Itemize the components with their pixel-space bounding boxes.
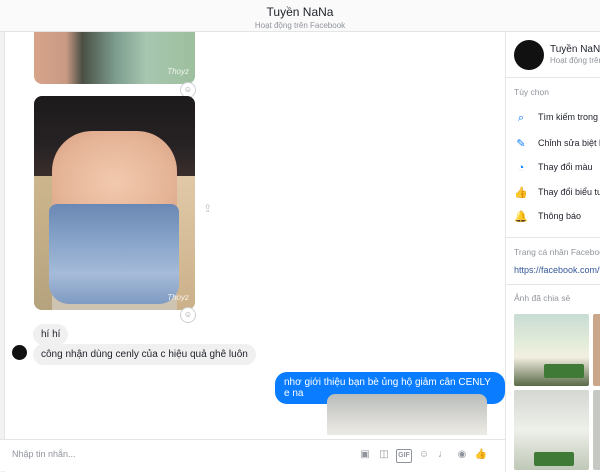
message-bubble-incoming: hí hí	[33, 324, 69, 345]
option-change-color[interactable]: ◔ Thay đổi màu	[514, 160, 600, 178]
composer-toolbar: ▣ ◫ GIF ☺ ♩ ◉ 👍	[358, 448, 488, 463]
shared-photo-thumbnail[interactable]	[514, 390, 589, 470]
emoji-icon[interactable]: ☺	[417, 448, 431, 462]
sticker-icon[interactable]: ◫	[377, 448, 391, 462]
shared-photo-1[interactable]: Thoyz	[34, 32, 195, 84]
conversation-status: Hoạt động trên Facebook	[254, 21, 346, 30]
shared-photos-heading: Ảnh đã chia sẻ	[514, 293, 571, 303]
sender-avatar[interactable]	[12, 345, 27, 360]
options-heading: Tùy chọn	[514, 87, 549, 97]
camera-icon[interactable]: ◉	[455, 448, 469, 462]
contact-name[interactable]: Tuyền NaNa	[550, 44, 600, 55]
contact-avatar[interactable]	[514, 40, 544, 70]
share-icon[interactable]: ⇪	[203, 202, 212, 215]
message-list[interactable]: Thoyz ☺ Thoyz ☺ ⇪ hí hí công nhận dùng c…	[5, 32, 505, 435]
message-composer: Nhập tin nhắn... ▣ ◫ GIF ☺ ♩ ◉ 👍	[0, 439, 505, 471]
option-search[interactable]: ⌕ Tìm kiếm trong cuộc trò chuyện	[514, 110, 600, 128]
image-icon[interactable]: ▣	[358, 448, 372, 462]
shared-photo-thumbnail[interactable]	[514, 314, 589, 386]
conversation-details-sidebar: Tuyền NaNa Hoạt động trên Facebook Tùy c…	[505, 32, 600, 472]
conversation-header: Tuyền NaNa Hoạt động trên Facebook	[0, 0, 600, 32]
thumbs-up-icon[interactable]: 👍	[474, 448, 488, 462]
conversation-title[interactable]: Tuyền NaNa	[0, 5, 600, 19]
message-bubble-incoming: công nhận dùng cenly của c hiệu quả ghê …	[33, 344, 256, 365]
pencil-icon: ✎	[516, 138, 526, 150]
profile-heading: Trang cá nhân Facebook	[514, 247, 600, 257]
contact-status: Hoạt động trên Facebook	[550, 56, 600, 65]
message-input[interactable]: Nhập tin nhắn...	[12, 449, 76, 459]
option-edit-nickname[interactable]: ✎ Chỉnh sửa biệt hiệu	[514, 136, 600, 154]
profile-link[interactable]: https://facebook.com/vk	[514, 265, 600, 275]
bell-icon: 🔔	[514, 211, 528, 223]
react-button[interactable]: ☺	[180, 307, 196, 323]
photo-watermark: Thoyz	[167, 67, 189, 76]
photo-watermark: Thoyz	[167, 293, 189, 302]
microphone-icon[interactable]: ♩	[436, 448, 450, 462]
thumbs-up-icon: 👍	[514, 187, 528, 199]
option-change-emoji[interactable]: 👍 Thay đổi biểu tượng cảm xúc	[514, 185, 600, 203]
shared-photo-3[interactable]	[327, 394, 487, 435]
shared-photo-thumbnail[interactable]	[593, 390, 600, 470]
shared-photo-2[interactable]: Thoyz	[34, 96, 195, 310]
palette-icon: ◔	[517, 162, 525, 174]
shared-photo-thumbnail[interactable]	[593, 314, 600, 386]
search-icon: ⌕	[517, 112, 525, 124]
option-notifications[interactable]: 🔔 Thông báo	[514, 209, 600, 227]
gif-icon[interactable]: GIF	[396, 449, 412, 463]
